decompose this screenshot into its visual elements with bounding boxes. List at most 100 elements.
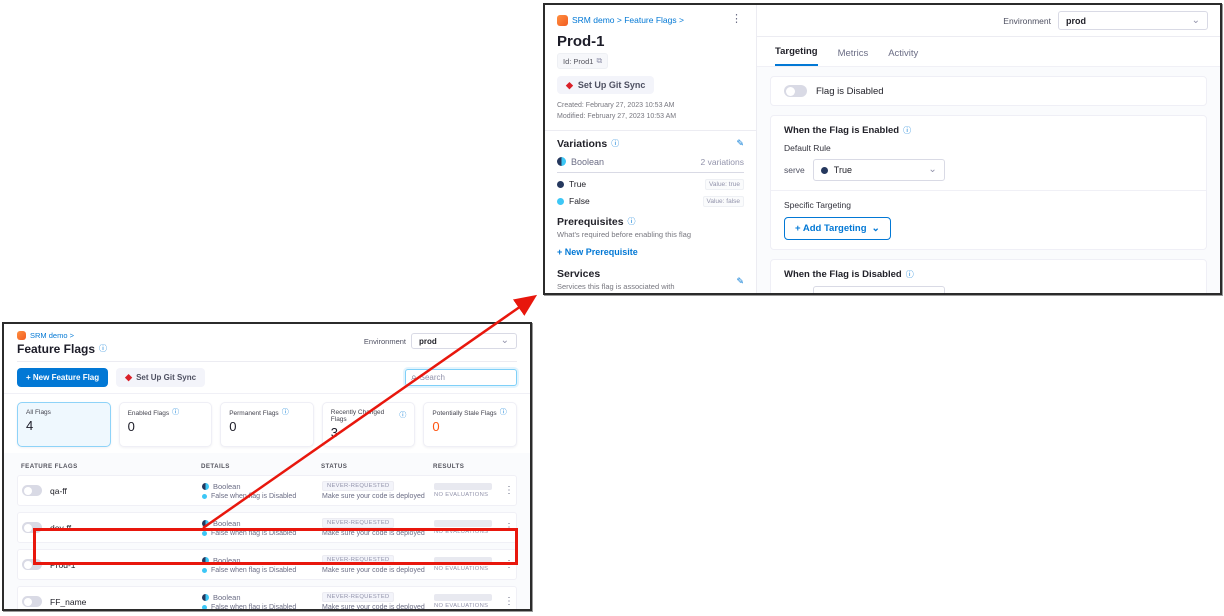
specific-targeting-label: Specific Targeting [784,200,1193,210]
flag-detail-sidebar: SRM demo > Feature Flags > ⋮ Prod-1 Id: … [545,5,757,293]
environment-select[interactable]: prod ⌄ [411,333,517,349]
info-icon: ⓘ [399,412,406,420]
flag-type: Boolean [213,519,241,528]
setup-git-sync-button[interactable]: ◆Set Up Git Sync [116,368,205,387]
serve-true-select[interactable]: True ⌄ [813,159,945,181]
search-box: ⌕ [405,369,517,386]
environment-select[interactable]: prod⌄ [1058,11,1208,30]
git-sync-icon: ◆ [566,81,573,90]
flag-toggle[interactable] [22,485,42,496]
table-row-ff-name[interactable]: FF_name Boolean False when flag is Disab… [17,586,517,609]
serve-label: serve [784,165,805,175]
boolean-type-icon [202,557,209,564]
flag-detail-panel: SRM demo > Feature Flags > ⋮ Prod-1 Id: … [543,3,1222,295]
tab-metrics[interactable]: Metrics [838,48,869,66]
false-variation-icon [202,605,207,610]
flag-id-badge: Id: Prod1⧉ [557,53,608,69]
flag-detail-text: False when flag is Disabled [211,493,296,500]
variation-value-badge: Value: false [703,196,744,207]
info-icon: ⓘ [282,409,289,417]
tab-targeting[interactable]: Targeting [775,46,818,66]
flags-table: FEATURE FLAGS DETAILS STATUS RESULTS qa-… [4,453,530,609]
status-badge: NEVER-REQUESTED [322,481,394,491]
project-logo-icon [557,15,568,26]
flag-toggle[interactable] [22,522,42,533]
variation-type-label: Boolean [571,157,604,167]
disabled-heading: When the Flag is Disabled [784,269,902,280]
environment-value: prod [1066,16,1086,26]
page-title: Feature Flags [17,342,95,356]
stat-card-recently-changed-flags[interactable]: Recently Changed Flagsⓘ 3 [322,402,416,447]
stat-value: 0 [432,419,508,434]
boolean-type-icon [557,157,566,166]
column-header: RESULTS [433,463,497,470]
flag-type: Boolean [213,482,241,491]
breadcrumb[interactable]: SRM demo > [30,330,74,341]
divider [771,190,1206,191]
info-icon: ⓘ [628,218,636,226]
stat-card-potentially-stale-flags[interactable]: Potentially Stale Flagsⓘ 0 [423,402,517,447]
copy-icon[interactable]: ⧉ [596,56,602,66]
edit-services-icon[interactable]: ✎ [736,276,744,287]
add-targeting-button[interactable]: + Add Targeting⌄ [784,217,891,240]
false-variation-icon [202,531,207,536]
info-icon: ⓘ [500,409,507,417]
stat-label: Permanent Flags [229,410,279,417]
modified-timestamp: Modified: February 27, 2023 10:53 AM [557,112,744,123]
table-row-dev-ff[interactable]: dev-ff Boolean False when flag is Disabl… [17,512,517,543]
edit-variations-icon[interactable]: ✎ [736,138,744,149]
row-kebab-menu-icon[interactable]: ⋮ [498,559,520,570]
chevron-down-icon: ⌄ [501,337,509,345]
flag-toggle[interactable] [22,559,42,570]
search-input[interactable] [420,373,511,382]
environment-value: prod [419,337,437,346]
tab-activity[interactable]: Activity [888,48,918,66]
results-text: NO EVALUATIONS [434,492,498,498]
column-header: FEATURE FLAGS [21,463,201,470]
row-kebab-menu-icon[interactable]: ⋮ [498,522,520,533]
chevron-down-icon: ⌄ [928,166,936,174]
stat-value: 0 [229,419,305,434]
column-header: STATUS [321,463,433,470]
serve-label: serve [784,292,805,293]
flag-detail-main: Environment prod⌄ Targeting Metrics Acti… [757,5,1220,293]
stat-card-all-flags[interactable]: All Flags 4 [17,402,111,447]
flag-id-text: Id: Prod1 [563,57,593,66]
breadcrumb[interactable]: SRM demo > Feature Flags > [572,14,684,27]
serve-false-select[interactable]: False ⌄ [813,286,945,293]
feature-flags-list-panel: SRM demo > Feature Flags ⓘ Environment p… [2,322,532,611]
serve-value: False [834,292,856,293]
divider [545,130,756,131]
status-badge: NEVER-REQUESTED [322,555,394,565]
kebab-menu-icon[interactable]: ⋮ [729,14,744,25]
enabled-heading: When the Flag is Enabled [784,125,899,136]
stat-card-enabled-flags[interactable]: Enabled Flagsⓘ 0 [119,402,213,447]
variation-name: True [569,179,586,189]
flag-state-card: Flag is Disabled [770,76,1207,106]
status-badge: NEVER-REQUESTED [322,518,394,528]
new-prerequisite-link[interactable]: + New Prerequisite [557,247,638,257]
row-kebab-menu-icon[interactable]: ⋮ [498,485,520,496]
stat-card-permanent-flags[interactable]: Permanent Flagsⓘ 0 [220,402,314,447]
flag-detail-text: False when flag is Disabled [211,530,296,537]
add-targeting-label: + Add Targeting [795,223,867,234]
flag-toggle[interactable] [22,596,42,607]
git-sync-label: Set Up Git Sync [136,373,196,382]
disabled-rules-card: When the Flag is Disabled ⓘ serve False … [770,259,1207,293]
table-row-qa-ff[interactable]: qa-ff Boolean False when flag is Disable… [17,475,517,506]
false-variation-icon [557,198,564,205]
evaluation-bar [434,557,492,564]
table-row-prod-1[interactable]: Prod-1 Boolean False when flag is Disabl… [17,549,517,580]
flag-type: Boolean [213,556,241,565]
detail-tabs: Targeting Metrics Activity [757,37,1220,66]
flag-name: qa-ff [50,486,67,496]
row-kebab-menu-icon[interactable]: ⋮ [498,596,520,607]
default-rule-label: Default Rule [784,143,1193,153]
true-variation-icon [557,181,564,188]
evaluation-bar [434,520,492,527]
column-header: DETAILS [201,463,321,470]
new-feature-flag-button[interactable]: + New Feature Flag [17,368,108,387]
prerequisites-description: What's required before enabling this fla… [557,230,744,239]
flag-enabled-toggle[interactable] [784,85,807,97]
setup-git-sync-button[interactable]: ◆Set Up Git Sync [557,76,654,94]
